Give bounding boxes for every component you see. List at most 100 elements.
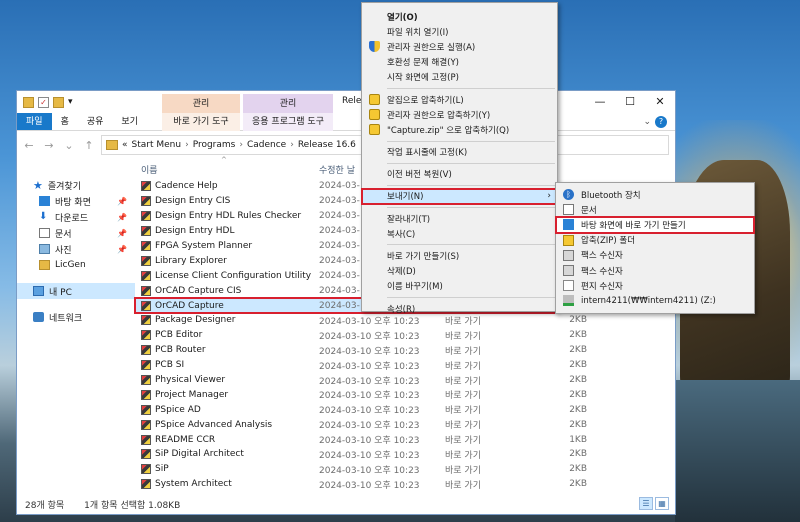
menu-item[interactable]: 호환성 문제 해결(Y)	[362, 55, 557, 70]
forward-icon[interactable]: →	[41, 139, 57, 152]
menu-item[interactable]: 이름 바꾸기(M)	[362, 279, 557, 294]
back-icon[interactable]: ←	[21, 139, 37, 152]
help-icon[interactable]: ?	[655, 116, 667, 128]
nav-network[interactable]: 네트워크	[17, 309, 135, 325]
send-to-label: 팩스 수신자	[581, 266, 623, 277]
menu-item[interactable]: 속성(R)	[362, 301, 557, 316]
view-buttons: ☰ ▦	[639, 497, 669, 510]
menu-item-label: 보내기(N)	[387, 192, 424, 203]
menu-item-label: 관리자 권한으로 실행(A)	[387, 42, 476, 53]
file-size: 1KB	[569, 434, 587, 445]
nav-quick-access[interactable]: ★ 즐겨찾기	[17, 177, 135, 193]
recent-dropdown-icon[interactable]: ⌄	[61, 139, 77, 152]
breadcrumb-start-menu[interactable]: Start Menu	[132, 140, 182, 150]
menu-item[interactable]: 시작 화면에 고정(P)	[362, 70, 557, 85]
menu-item-label: 알집으로 압축하기(L)	[387, 95, 464, 106]
tab-view[interactable]: 보기	[112, 113, 147, 130]
menu-item[interactable]: 관리자 권한으로 실행(A)	[362, 39, 557, 54]
file-name: PSpice AD	[155, 404, 201, 415]
table-row[interactable]: System Architect 2024-03-10 오후 10:23 바로 가기…	[135, 477, 675, 492]
breadcrumb-overflow[interactable]: «	[122, 140, 128, 150]
large-icons-view-icon[interactable]: ▦	[655, 497, 669, 510]
minimize-button[interactable]: —	[585, 91, 615, 113]
expand-ribbon-icon[interactable]: ⌄	[643, 117, 651, 127]
nav-item-licgen[interactable]: LicGen	[17, 257, 135, 273]
menu-item[interactable]: "Capture.zip" 으로 압축하기(Q)	[362, 122, 557, 137]
tab-share[interactable]: 공유	[78, 113, 113, 130]
fax-icon	[563, 264, 574, 276]
menu-item[interactable]: 파일 위치 열기(I)	[362, 24, 557, 39]
table-row[interactable]: Physical Viewer 2024-03-10 오후 10:23 바로 가기 2…	[135, 373, 675, 388]
send-to-item[interactable]: 문서	[556, 202, 754, 217]
menu-item[interactable]: 작업 표시줄에 고정(K)	[362, 145, 557, 160]
nav-item-pictures[interactable]: 사진 📌	[17, 241, 135, 257]
menu-item[interactable]: 열기(O)	[362, 9, 557, 24]
file-name: Physical Viewer	[155, 375, 226, 386]
send-to-item[interactable]: 편지 수신자	[556, 278, 754, 293]
send-to-item[interactable]: 압축(ZIP) 폴더	[556, 233, 754, 248]
tab-home[interactable]: 홈	[52, 113, 78, 130]
menu-item-label: 작업 표시줄에 고정(K)	[387, 148, 468, 159]
tab-app-tools[interactable]: 응용 프로그램 도구	[243, 113, 333, 131]
table-row[interactable]: Project Manager 2024-03-10 오후 10:23 바로 가기 2…	[135, 387, 675, 402]
new-folder-icon[interactable]	[53, 96, 64, 108]
menu-item-label: 파일 위치 열기(I)	[387, 27, 449, 38]
menu-item[interactable]: 삭제(D)	[362, 264, 557, 279]
file-name-cell: System Architect	[135, 479, 319, 490]
send-to-submenu: ᛒ Bluetooth 장치 문서 바탕 화면에 바로 가기 만들기 압축(ZIP) 폴…	[555, 182, 755, 314]
table-row[interactable]: PSpice Advanced Analysis 2024-03-10 오후 10…	[135, 417, 675, 432]
file-name: SiP Digital Architect	[155, 449, 244, 460]
breadcrumb-programs[interactable]: Programs	[193, 140, 236, 150]
column-name[interactable]: 이름	[135, 163, 319, 176]
shortcut-icon	[141, 211, 151, 222]
menu-item[interactable]: 복사(C)	[362, 226, 557, 241]
maximize-button[interactable]: ☐	[615, 91, 645, 113]
send-to-item[interactable]: 바탕 화면에 바로 가기 만들기	[555, 216, 755, 234]
details-view-icon[interactable]: ☰	[639, 497, 653, 510]
table-row[interactable]: README CCR 2024-03-10 오후 10:23 바로 가기 1KB	[135, 432, 675, 447]
chevron-right-icon[interactable]: ›	[185, 140, 189, 150]
table-row[interactable]: SiP Digital Architect 2024-03-10 오후 10:23…	[135, 447, 675, 462]
up-icon[interactable]: ↑	[81, 139, 97, 152]
folder-icon[interactable]	[23, 96, 34, 108]
file-name-cell: FPGA System Planner	[135, 241, 319, 251]
file-type: 바로 가기	[445, 480, 481, 491]
nav-item-documents[interactable]: 문서 📌	[17, 225, 135, 241]
menu-item[interactable]: 이전 버전 복원(V)	[362, 167, 557, 182]
table-row[interactable]: PCB SI 2024-03-10 오후 10:23 바로 가기 2KB	[135, 358, 675, 373]
nav-item-desktop[interactable]: 바탕 화면 📌	[17, 193, 135, 209]
manage-group-shortcut: 관리	[162, 94, 240, 114]
nav-label: 네트워크	[49, 313, 83, 324]
menu-item[interactable]: 보내기(N) ›	[361, 187, 558, 206]
menu-item-label: "Capture.zip" 으로 압축하기(Q)	[387, 125, 510, 136]
send-to-item[interactable]: 팩스 수신자	[556, 248, 754, 263]
menu-item[interactable]: 알집으로 압축하기(L)	[362, 92, 557, 107]
breadcrumb-release[interactable]: Release 16.6	[298, 140, 356, 150]
send-to-label: Bluetooth 장치	[581, 190, 641, 201]
send-to-item[interactable]: ᛒ Bluetooth 장치	[556, 187, 754, 202]
breadcrumb-cadence[interactable]: Cadence	[247, 140, 286, 150]
close-button[interactable]: ✕	[645, 91, 675, 113]
file-name-cell: PSpice AD	[135, 404, 319, 415]
nav-item-downloads[interactable]: ⬇ 다운로드 📌	[17, 209, 135, 225]
quick-access-dropdown[interactable]: ▾	[68, 97, 73, 107]
chevron-right-icon[interactable]: ›	[239, 140, 243, 150]
send-to-item[interactable]: intern4211(₩₩intern4211) (Z:)	[556, 293, 754, 308]
send-to-item[interactable]: 팩스 수신자	[556, 263, 754, 278]
zip-folder-icon	[563, 234, 574, 246]
menu-item[interactable]: 바로 가기 만들기(S)	[362, 248, 557, 263]
table-row[interactable]: PCB Router 2024-03-10 오후 10:23 바로 가기 2KB	[135, 343, 675, 358]
shortcut-icon	[141, 196, 151, 207]
properties-icon[interactable]: ✓	[38, 96, 49, 108]
table-row[interactable]: SiP 2024-03-10 오후 10:23 바로 가기 2KB	[135, 462, 675, 477]
file-name: System Architect	[155, 479, 232, 490]
tab-shortcut-tools[interactable]: 바로 가기 도구	[162, 113, 240, 131]
menu-item[interactable]: 잘라내기(T)	[362, 211, 557, 226]
tab-file[interactable]: 파일	[17, 113, 52, 130]
sort-ascending-icon: ^	[221, 156, 227, 164]
menu-item[interactable]: 관리자 권한으로 압축하기(Y)	[362, 107, 557, 122]
table-row[interactable]: PSpice AD 2024-03-10 오후 10:23 바로 가기 2KB	[135, 402, 675, 417]
nav-this-pc[interactable]: 내 PC	[17, 283, 135, 299]
chevron-right-icon[interactable]: ›	[290, 140, 294, 150]
table-row[interactable]: PCB Editor 2024-03-10 오후 10:23 바로 가기 2KB	[135, 328, 675, 343]
